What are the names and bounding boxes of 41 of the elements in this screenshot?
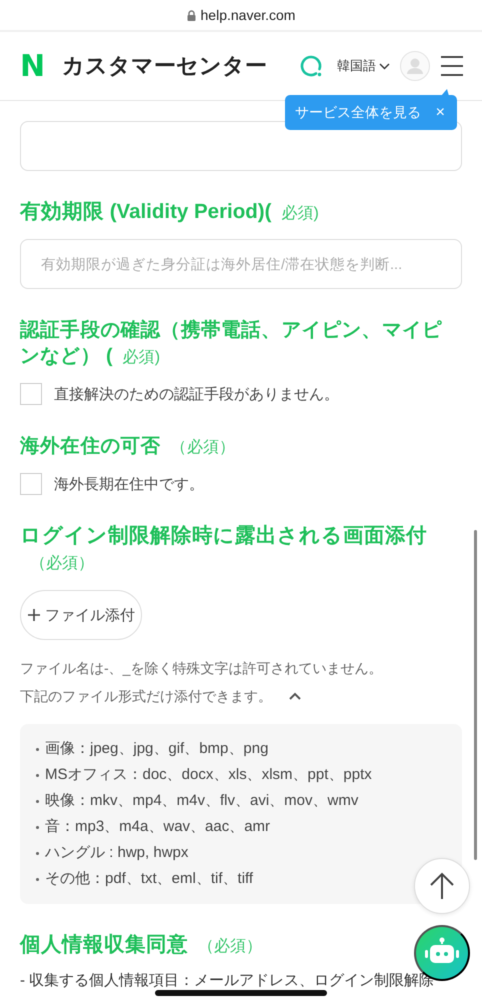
file-note: 下記のファイル形式だけ添付できます。 xyxy=(20,687,272,706)
bullet-icon xyxy=(36,878,39,880)
attach-file-button[interactable]: ファイル添付 xyxy=(20,590,142,640)
arrow-up-icon xyxy=(429,872,455,900)
format-item: ハングル : hwp, hwpx xyxy=(45,843,188,863)
section-heading: 個人情報収集同意 （必須） xyxy=(20,932,262,958)
menu-icon[interactable] xyxy=(440,55,464,77)
format-item: MSオフィス：doc、docx、xls、xlsm、ppt、pptx xyxy=(45,765,372,785)
section-heading: 有効期限 (Validity Period)( 必須) xyxy=(20,199,319,225)
scroll-top-button[interactable] xyxy=(414,858,470,914)
text-field[interactable] xyxy=(20,121,462,171)
checkbox-label: 直接解決のための認証手段がありません。 xyxy=(54,384,339,404)
checkbox[interactable] xyxy=(20,473,42,495)
section-heading: 海外在住の可否 （必須） xyxy=(20,434,236,459)
tooltip-text[interactable]: サービス全体を見る xyxy=(295,104,421,122)
checkbox-label: 海外長期在住中です。 xyxy=(54,474,204,494)
caret-icon xyxy=(379,62,390,70)
plus-icon xyxy=(27,608,41,622)
section-heading: 認証手段の確認（携帯電話、アイピン、マイピンなど） ( 必須) xyxy=(20,318,444,369)
format-item: 映像：mkv、mp4、m4v、flv、avi、mov、wmv xyxy=(45,791,358,811)
bullet-icon xyxy=(36,774,39,776)
lock-icon xyxy=(186,10,196,20)
format-item: その他：pdf、txt、eml、tif、tiff xyxy=(45,869,254,889)
section-heading: ログイン制限解除時に露出される画面添付 （必須） xyxy=(20,523,428,574)
bullet-icon xyxy=(36,748,39,750)
site-title: カスタマーセンター xyxy=(62,52,268,80)
url-text[interactable]: help.naver.com xyxy=(200,7,296,23)
language-selector[interactable]: 韓国語 xyxy=(337,57,390,75)
text-field[interactable]: 有効期限が過ぎた身分証は海外居住/滞在状態を判断... xyxy=(20,239,462,289)
search-icon[interactable] xyxy=(299,54,323,78)
checkbox[interactable] xyxy=(20,383,42,405)
logo[interactable]: N xyxy=(20,48,48,84)
bullet-icon xyxy=(36,826,39,828)
bullet-icon xyxy=(36,852,39,854)
format-item: 音：mp3、m4a、wav、aac、amr xyxy=(45,817,270,837)
scrollbar[interactable] xyxy=(474,530,477,860)
collapse-icon[interactable] xyxy=(288,692,302,700)
bullet-icon xyxy=(36,800,39,802)
format-item: 画像：jpeg、jpg、gif、bmp、png xyxy=(45,739,268,759)
file-note: ファイル名は-、_を除く特殊文字は許可されていません。 xyxy=(20,659,382,678)
close-button[interactable]: × xyxy=(436,104,445,122)
